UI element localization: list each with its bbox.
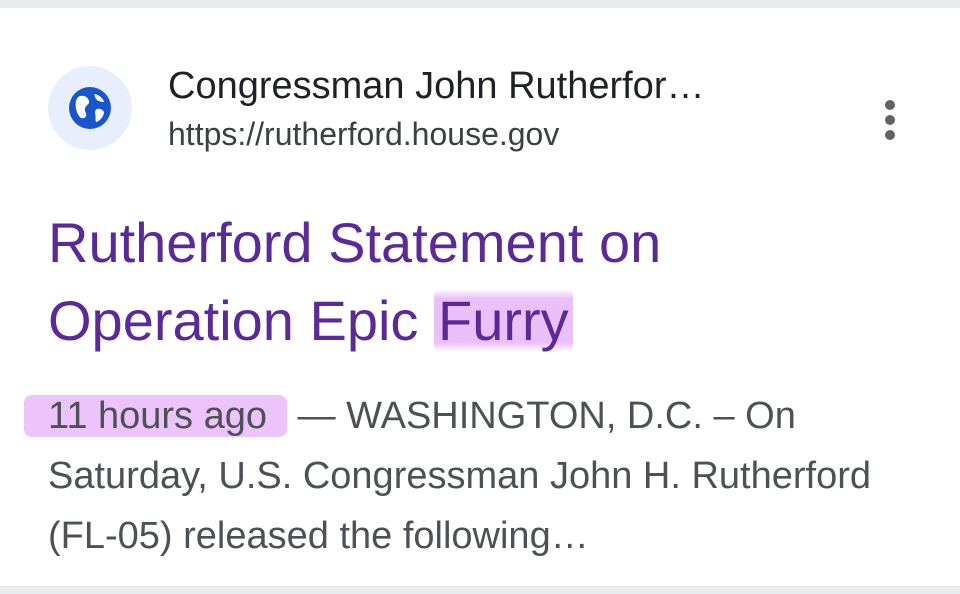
source-name[interactable]: Congressman John Rutherfor… xyxy=(168,62,704,110)
more-options-button[interactable] xyxy=(866,96,914,144)
globe-icon xyxy=(69,87,111,129)
title-highlighted-word: Furry xyxy=(433,289,573,352)
result-timestamp: 11 hours ago xyxy=(24,395,288,437)
search-result-card[interactable]: Congressman John Rutherfor… https://ruth… xyxy=(0,8,960,586)
result-snippet: 11 hours ago — WASHINGTON, D.C. – On Sat… xyxy=(24,386,928,566)
site-favicon[interactable] xyxy=(48,66,132,150)
source-url[interactable]: https://rutherford.house.gov xyxy=(168,114,559,154)
more-vert-icon xyxy=(885,100,895,140)
result-title-link[interactable]: Rutherford Statement on Operation Epic F… xyxy=(48,204,908,360)
